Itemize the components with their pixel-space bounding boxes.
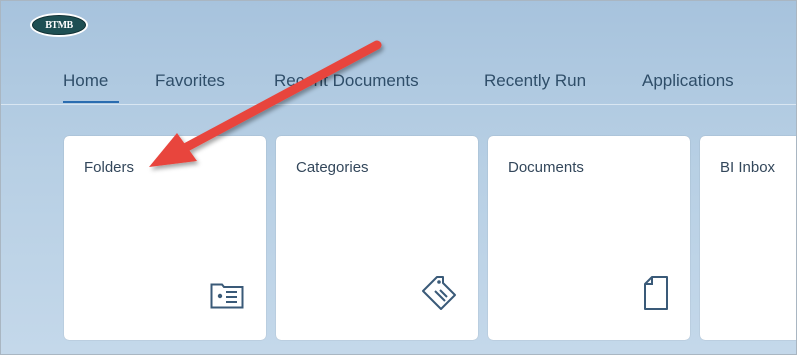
company-logo[interactable]: BTMB [30, 13, 88, 37]
tile-title-documents: Documents [508, 159, 584, 176]
folder-card-icon [210, 283, 244, 309]
logo-text: BTMB [32, 15, 86, 35]
tile-title-categories: Categories [296, 159, 369, 176]
tile-bi-inbox[interactable]: BI Inbox [700, 136, 796, 340]
tab-home[interactable]: Home [63, 71, 119, 103]
launchpad-frame: BTMB Home Favorites Recent Documents Rec… [0, 0, 797, 355]
tab-recently-run[interactable]: Recently Run [484, 71, 606, 103]
tile-documents[interactable]: Documents [488, 136, 690, 340]
tile-title-folders: Folders [84, 159, 135, 176]
tile-folders[interactable]: Folders [64, 136, 266, 340]
tag-icon [422, 276, 456, 310]
tab-applications[interactable]: Applications [642, 71, 754, 103]
tile-title-bi-inbox: BI Inbox [720, 159, 776, 176]
tab-recent-documents[interactable]: Recent Documents [274, 71, 446, 103]
tab-bar: Home Favorites Recent Documents Recently… [63, 71, 754, 103]
tile-categories[interactable]: Categories [276, 136, 478, 340]
tab-divider [1, 104, 796, 105]
tab-favorites[interactable]: Favorites [155, 71, 237, 103]
document-icon [644, 276, 668, 310]
